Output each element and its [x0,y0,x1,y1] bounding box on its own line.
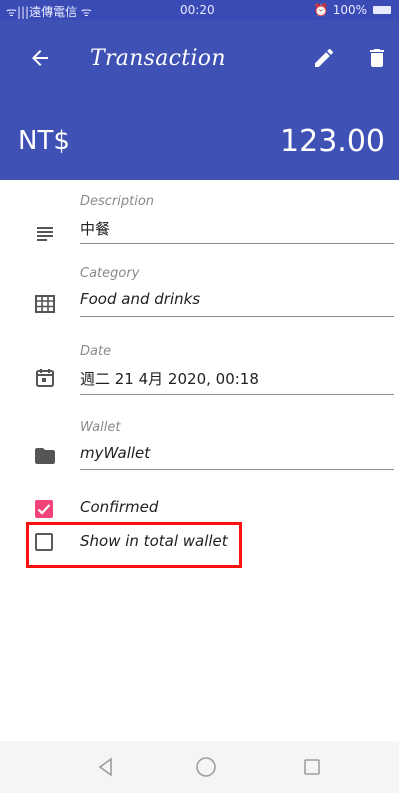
highlight-box [26,522,242,568]
battery-icon [373,6,391,14]
amount-header: NT$ 123.00 [0,100,399,180]
confirmed-checkbox[interactable] [35,500,53,518]
wallet-divider [80,469,394,470]
arrow-back-icon[interactable] [28,46,52,70]
status-bar: ᯤ|||遠傳電信 ᯤ 00:20 ⏰ 100% [0,0,399,20]
amount-value: 123.00 [280,124,385,159]
trash-icon[interactable] [365,46,389,70]
wallet-field[interactable]: myWallet [80,444,150,462]
grid-icon [33,292,57,316]
carrier-label: ᯤ|||遠傳電信 ᯤ [6,5,92,19]
folder-icon [33,444,57,468]
category-label: Category [80,266,140,281]
transaction-details: Description 中餐 Category Food and drinks … [0,180,399,740]
description-label: Description [80,194,155,209]
pencil-icon[interactable] [312,46,336,70]
category-field[interactable]: Food and drinks [80,290,200,308]
date-field[interactable]: 週二 21 4月 2020, 00:18 [80,368,259,389]
alarm-icon: ⏰ [313,3,329,17]
description-divider [80,243,394,244]
notes-icon [33,222,57,246]
category-divider [80,316,394,317]
date-divider [80,394,394,395]
currency-label: NT$ [18,126,70,156]
date-label: Date [80,344,112,359]
battery-percent: 100% [332,3,367,17]
navigation-bar [0,741,399,793]
page-title: Transaction [90,46,226,71]
app-bar: Transaction [0,20,399,100]
status-icons: ⏰ 100% [314,3,391,17]
circle-home-icon[interactable] [194,755,218,779]
confirmed-label: Confirmed [80,498,159,516]
triangle-back-icon[interactable] [94,755,118,779]
square-recents-icon[interactable] [300,755,324,779]
calendar-icon [33,366,57,390]
description-field[interactable]: 中餐 [80,218,110,239]
wallet-label: Wallet [80,420,121,435]
clock: 00:20 [180,3,215,17]
